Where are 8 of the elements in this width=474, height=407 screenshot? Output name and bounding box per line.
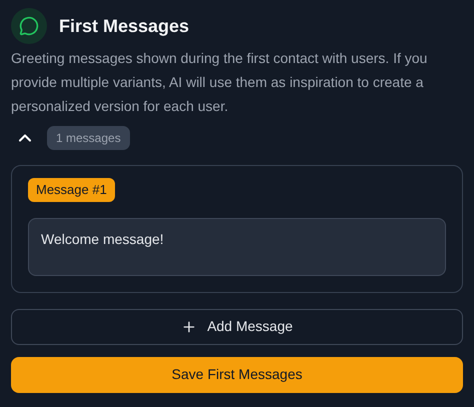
section-title: First Messages xyxy=(59,14,190,38)
section-description: Greeting messages shown during the first contact with users. If you provide multiple variants, AI will use them as inspiration to create a personalized version for each user. xyxy=(11,49,428,116)
add-message-button[interactable]: Add Message xyxy=(11,308,463,344)
message-label: Message #1 xyxy=(28,178,115,202)
message-field[interactable]: Welcome message! xyxy=(28,218,446,276)
chat-icon xyxy=(11,8,47,44)
message-count: 1 messages xyxy=(47,126,130,150)
save-button[interactable]: Save First Messages xyxy=(11,356,463,392)
